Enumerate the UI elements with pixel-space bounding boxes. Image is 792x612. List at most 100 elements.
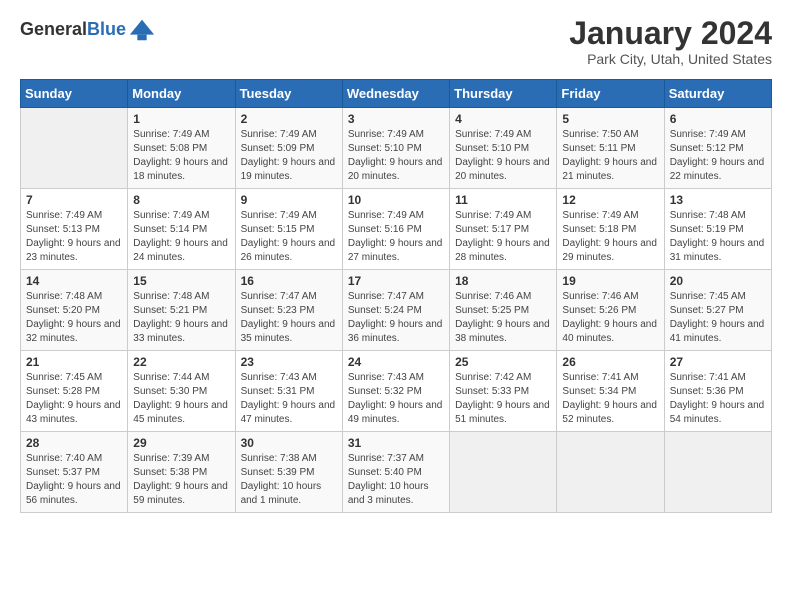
day-number: 20 xyxy=(670,274,766,288)
calendar-week-row: 21 Sunrise: 7:45 AMSunset: 5:28 PMDayligh… xyxy=(21,351,772,432)
day-info: Sunrise: 7:48 AMSunset: 5:19 PMDaylight:… xyxy=(670,209,766,265)
day-info: Sunrise: 7:45 AMSunset: 5:27 PMDaylight:… xyxy=(670,290,766,346)
day-number: 30 xyxy=(241,436,337,450)
day-number: 1 xyxy=(133,112,229,126)
day-info: Sunrise: 7:49 AMSunset: 5:16 PMDaylight:… xyxy=(348,209,444,265)
day-number: 28 xyxy=(26,436,122,450)
day-number: 26 xyxy=(562,355,658,369)
calendar-day-cell: 16Sunrise: 7:47 AMSunset: 5:23 PMDayligh… xyxy=(235,270,342,351)
day-of-week-header: Tuesday xyxy=(235,80,342,108)
day-number: 23 xyxy=(241,355,337,369)
calendar-day-cell: 15Sunrise: 7:48 AMSunset: 5:21 PMDayligh… xyxy=(128,270,235,351)
day-info: Sunrise: 7:50 AMSunset: 5:11 PMDaylight:… xyxy=(562,128,658,184)
day-number: 5 xyxy=(562,112,658,126)
calendar-day-cell: 7 Sunrise: 7:49 AMSunset: 5:13 PMDaylight… xyxy=(21,189,128,270)
day-number: 16 xyxy=(241,274,337,288)
day-info: Sunrise: 7:43 AMSunset: 5:32 PMDaylight:… xyxy=(348,371,444,427)
calendar-day-cell: 12 Sunrise: 7:49 AMSunset: 5:18 PMDayligh… xyxy=(557,189,664,270)
day-info: Sunrise: 7:48 AMSunset: 5:20 PMDaylight:… xyxy=(26,290,122,346)
day-of-week-header: Monday xyxy=(128,80,235,108)
day-number: 19 xyxy=(562,274,658,288)
day-number: 22 xyxy=(133,355,229,369)
day-number: 7 xyxy=(26,193,122,207)
day-info: Sunrise: 7:38 AMSunset: 5:39 PMDaylight:… xyxy=(241,452,337,508)
calendar-week-row: 28 Sunrise: 7:40 AMSunset: 5:37 PMDayligh… xyxy=(21,432,772,513)
calendar-day-cell xyxy=(21,108,128,189)
day-info: Sunrise: 7:49 AMSunset: 5:09 PMDaylight:… xyxy=(241,128,337,184)
day-number: 12 xyxy=(562,193,658,207)
day-info: Sunrise: 7:49 AMSunset: 5:13 PMDaylight:… xyxy=(26,209,122,265)
calendar-day-cell: 11 Sunrise: 7:49 AMSunset: 5:17 PMDayligh… xyxy=(450,189,557,270)
calendar-day-cell: 23Sunrise: 7:43 AMSunset: 5:31 PMDayligh… xyxy=(235,351,342,432)
day-of-week-header: Sunday xyxy=(21,80,128,108)
calendar-day-cell: 17 Sunrise: 7:47 AMSunset: 5:24 PMDayligh… xyxy=(342,270,449,351)
header: GeneralBlue January 2024 Park City, Utah… xyxy=(20,16,772,67)
day-of-week-header: Thursday xyxy=(450,80,557,108)
day-number: 3 xyxy=(348,112,444,126)
day-info: Sunrise: 7:46 AMSunset: 5:25 PMDaylight:… xyxy=(455,290,551,346)
calendar-day-cell xyxy=(557,432,664,513)
calendar-day-cell: 31 Sunrise: 7:37 AMSunset: 5:40 PMDayligh… xyxy=(342,432,449,513)
day-number: 31 xyxy=(348,436,444,450)
calendar-day-cell: 21 Sunrise: 7:45 AMSunset: 5:28 PMDayligh… xyxy=(21,351,128,432)
calendar-day-cell: 22Sunrise: 7:44 AMSunset: 5:30 PMDayligh… xyxy=(128,351,235,432)
day-info: Sunrise: 7:46 AMSunset: 5:26 PMDaylight:… xyxy=(562,290,658,346)
calendar-day-cell: 6Sunrise: 7:49 AMSunset: 5:12 PMDaylight… xyxy=(664,108,771,189)
day-number: 2 xyxy=(241,112,337,126)
calendar-day-cell: 2 Sunrise: 7:49 AMSunset: 5:09 PMDaylight… xyxy=(235,108,342,189)
day-info: Sunrise: 7:49 AMSunset: 5:18 PMDaylight:… xyxy=(562,209,658,265)
calendar-day-cell: 3 Sunrise: 7:49 AMSunset: 5:10 PMDaylight… xyxy=(342,108,449,189)
day-number: 29 xyxy=(133,436,229,450)
calendar-day-cell: 10 Sunrise: 7:49 AMSunset: 5:16 PMDayligh… xyxy=(342,189,449,270)
day-number: 24 xyxy=(348,355,444,369)
day-number: 25 xyxy=(455,355,551,369)
day-of-week-header: Friday xyxy=(557,80,664,108)
day-number: 10 xyxy=(348,193,444,207)
day-number: 9 xyxy=(241,193,337,207)
calendar-day-cell: 9Sunrise: 7:49 AMSunset: 5:15 PMDaylight… xyxy=(235,189,342,270)
day-number: 27 xyxy=(670,355,766,369)
day-number: 21 xyxy=(26,355,122,369)
calendar-week-row: 7 Sunrise: 7:49 AMSunset: 5:13 PMDaylight… xyxy=(21,189,772,270)
day-number: 18 xyxy=(455,274,551,288)
calendar-day-cell xyxy=(450,432,557,513)
calendar-day-cell: 27 Sunrise: 7:41 AMSunset: 5:36 PMDayligh… xyxy=(664,351,771,432)
calendar-day-cell: 20 Sunrise: 7:45 AMSunset: 5:27 PMDayligh… xyxy=(664,270,771,351)
calendar-table: SundayMondayTuesdayWednesdayThursdayFrid… xyxy=(20,79,772,513)
day-number: 11 xyxy=(455,193,551,207)
day-info: Sunrise: 7:40 AMSunset: 5:37 PMDaylight:… xyxy=(26,452,122,508)
day-number: 6 xyxy=(670,112,766,126)
calendar-day-cell: 14 Sunrise: 7:48 AMSunset: 5:20 PMDayligh… xyxy=(21,270,128,351)
day-number: 17 xyxy=(348,274,444,288)
day-info: Sunrise: 7:49 AMSunset: 5:10 PMDaylight:… xyxy=(348,128,444,184)
day-info: Sunrise: 7:45 AMSunset: 5:28 PMDaylight:… xyxy=(26,371,122,427)
day-info: Sunrise: 7:37 AMSunset: 5:40 PMDaylight:… xyxy=(348,452,444,508)
logo-blue-text: Blue xyxy=(87,19,126,39)
calendar-day-cell: 28 Sunrise: 7:40 AMSunset: 5:37 PMDayligh… xyxy=(21,432,128,513)
day-info: Sunrise: 7:47 AMSunset: 5:24 PMDaylight:… xyxy=(348,290,444,346)
day-number: 14 xyxy=(26,274,122,288)
day-info: Sunrise: 7:49 AMSunset: 5:10 PMDaylight:… xyxy=(455,128,551,184)
calendar-day-cell: 30 Sunrise: 7:38 AMSunset: 5:39 PMDayligh… xyxy=(235,432,342,513)
day-number: 13 xyxy=(670,193,766,207)
calendar-day-cell: 4 Sunrise: 7:49 AMSunset: 5:10 PMDaylight… xyxy=(450,108,557,189)
day-of-week-header: Saturday xyxy=(664,80,771,108)
calendar-day-cell: 19 Sunrise: 7:46 AMSunset: 5:26 PMDayligh… xyxy=(557,270,664,351)
day-number: 8 xyxy=(133,193,229,207)
calendar-day-cell: 1Sunrise: 7:49 AMSunset: 5:08 PMDaylight… xyxy=(128,108,235,189)
logo-general-text: General xyxy=(20,19,87,39)
logo-icon xyxy=(128,16,156,44)
calendar-day-cell xyxy=(664,432,771,513)
day-number: 15 xyxy=(133,274,229,288)
day-number: 4 xyxy=(455,112,551,126)
day-info: Sunrise: 7:41 AMSunset: 5:34 PMDaylight:… xyxy=(562,371,658,427)
calendar-day-cell: 25Sunrise: 7:42 AMSunset: 5:33 PMDayligh… xyxy=(450,351,557,432)
calendar-day-cell: 5 Sunrise: 7:50 AMSunset: 5:11 PMDaylight… xyxy=(557,108,664,189)
day-of-week-header: Wednesday xyxy=(342,80,449,108)
calendar-day-cell: 26 Sunrise: 7:41 AMSunset: 5:34 PMDayligh… xyxy=(557,351,664,432)
day-info: Sunrise: 7:49 AMSunset: 5:17 PMDaylight:… xyxy=(455,209,551,265)
calendar-day-cell: 24 Sunrise: 7:43 AMSunset: 5:32 PMDayligh… xyxy=(342,351,449,432)
calendar-header-row: SundayMondayTuesdayWednesdayThursdayFrid… xyxy=(21,80,772,108)
day-info: Sunrise: 7:41 AMSunset: 5:36 PMDaylight:… xyxy=(670,371,766,427)
calendar-day-cell: 18 Sunrise: 7:46 AMSunset: 5:25 PMDayligh… xyxy=(450,270,557,351)
